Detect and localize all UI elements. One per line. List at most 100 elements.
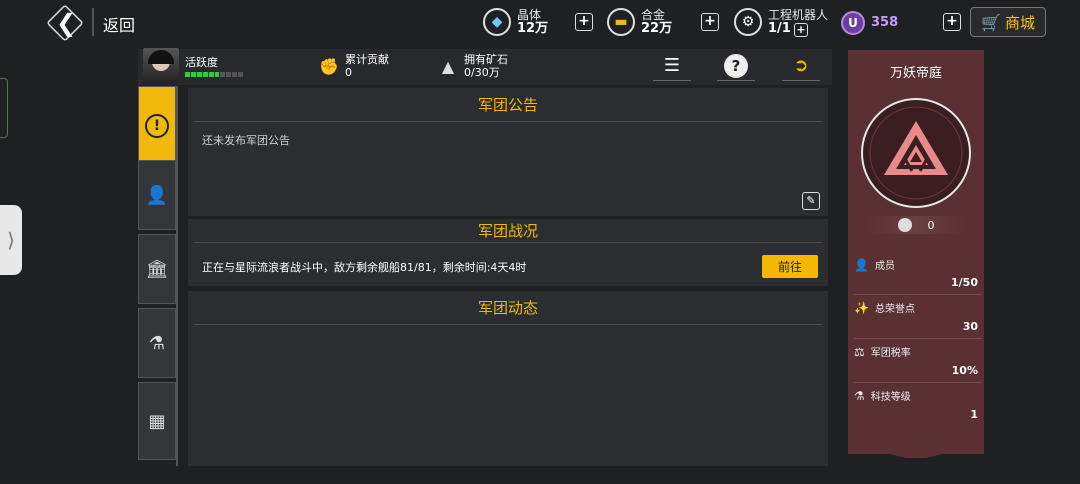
premium-currency-value: 358 — [871, 15, 899, 30]
tax-stat: ⚖ 军团税率 — [854, 344, 911, 360]
premium-currency-icon: U — [841, 11, 865, 35]
member-icon: 👤 — [145, 184, 169, 206]
ore-value: 0/30万 — [464, 66, 500, 79]
crystal-resource: ◆ 晶体 12万 — [483, 6, 548, 38]
add-robot-button[interactable]: + — [794, 23, 808, 37]
game-screen: ⟩ ❮ 返回 ◆ 晶体 12万 + ▬ 合金 22万 + ⚙ 工程机器人 1/1 + … — [0, 0, 1080, 484]
exit-guild-button[interactable]: ➲ — [782, 51, 820, 81]
tab-research[interactable]: ⚗ — [138, 308, 176, 378]
list-button[interactable]: ☰ — [653, 51, 691, 81]
tech-value: 1 — [970, 408, 978, 421]
microscope-icon: ⚗ — [148, 332, 166, 354]
robot-label: 工程机器人 — [768, 8, 829, 22]
add-alloy-button[interactable]: + — [701, 13, 719, 31]
robot-resource: ⚙ 工程机器人 1/1 — [734, 6, 828, 38]
crystal-value: 12万 — [517, 21, 549, 36]
activity-segment — [226, 72, 232, 77]
list-icon: ☰ — [663, 55, 681, 76]
guild-panel-tail — [848, 438, 984, 458]
activity-feed-title: 军团动态 — [194, 291, 822, 325]
divider — [92, 8, 94, 36]
ore-icon: ▲ — [441, 56, 455, 76]
battle-title: 军团战况 — [194, 219, 822, 243]
alloy-icon: ▬ — [607, 8, 635, 36]
tab-store[interactable]: ▦ — [138, 382, 176, 460]
wings-icon: ✨ — [854, 300, 869, 315]
back-label[interactable]: 返回 — [103, 12, 135, 36]
exit-icon: ➲ — [793, 55, 809, 76]
activity-segment — [190, 72, 196, 77]
battle-status-text: 正在与星际流浪者战斗中，敌方剩余舰船81/81，剩余时间:4天4时 — [202, 261, 527, 274]
tech-label: 科技等级 — [870, 392, 911, 403]
tab-notice[interactable]: ! — [138, 86, 176, 166]
shopping-cart-icon: 🛒 — [981, 12, 1001, 32]
side-drawer-handle[interactable]: ⟩ — [0, 205, 22, 275]
crystal-icon: ◆ — [483, 8, 511, 36]
alloy-label: 合金 — [641, 8, 666, 22]
microscope-icon: ⚗ — [854, 388, 865, 403]
contribution-stat: ✊ 累计贡献 0 — [319, 53, 389, 79]
triangle-emblem-icon — [869, 106, 963, 200]
go-button[interactable]: 前往 — [762, 255, 818, 278]
tab-divider — [176, 86, 178, 466]
members-value: 1/50 — [951, 276, 978, 289]
back-arrow-icon[interactable]: ❮ — [54, 8, 78, 38]
ore-label: 拥有矿石 — [464, 53, 508, 66]
tech-stat: ⚗ 科技等级 — [854, 388, 911, 404]
tax-value: 10% — [951, 364, 978, 377]
tab-members[interactable]: 👤 — [138, 160, 176, 230]
robot-icon: ⚙ — [734, 8, 762, 36]
notice-text: 还未发布军团公告 — [202, 134, 290, 147]
notice-panel: 军团公告 还未发布军团公告 ✎ — [188, 88, 828, 216]
activity-bar — [185, 72, 244, 77]
activity-segment — [202, 72, 208, 77]
activity-segment — [185, 72, 190, 77]
person-icon: 👤 — [854, 257, 869, 272]
help-button[interactable]: ? — [717, 51, 755, 81]
divider — [854, 382, 982, 383]
edge-indicator — [0, 78, 8, 138]
globe-icon — [897, 218, 912, 232]
alloy-value: 22万 — [641, 21, 673, 36]
tax-label: 军团税率 — [870, 348, 911, 359]
add-crystal-button[interactable]: + — [575, 13, 593, 31]
honor-value: 30 — [962, 320, 978, 333]
ore-stat: ▲ 拥有矿石 0/30万 — [438, 53, 508, 79]
store-icon: ▦ — [148, 410, 166, 432]
guild-score-row: 0 — [866, 216, 966, 234]
guild-name: 万妖帝庭 — [889, 66, 942, 81]
members-label: 成员 — [874, 261, 895, 272]
honor-label: 总荣誉点 — [874, 304, 915, 315]
add-premium-button[interactable]: + — [943, 13, 961, 31]
tax-icon: ⚖ — [854, 344, 865, 359]
tab-buildings[interactable]: 🏛 — [138, 234, 176, 304]
building-icon: 🏛 — [145, 258, 169, 280]
activity-segment — [208, 72, 214, 77]
alert-icon: ! — [145, 114, 169, 138]
notice-title: 军团公告 — [194, 88, 822, 122]
crystal-label: 晶体 — [517, 8, 542, 22]
divider — [854, 338, 982, 339]
battle-panel: 军团战况 正在与星际流浪者战斗中，敌方剩余舰船81/81，剩余时间:4天4时 前… — [188, 219, 828, 286]
activity-segment — [196, 72, 202, 77]
honor-stat: ✨ 总荣誉点 — [854, 300, 915, 316]
activity-segment — [220, 72, 226, 77]
shop-button[interactable]: 🛒 商城 — [970, 7, 1046, 37]
activity-label: 活跃度 — [185, 56, 218, 69]
shop-label: 商城 — [1004, 13, 1035, 32]
guild-info-panel: 万妖帝庭 0 👤 成员 1/50 ✨ 总荣誉点 30 ⚖ 军团税率 10% ⚗ 科技等级 — [848, 50, 984, 454]
activity-segment — [238, 72, 244, 77]
activity-segment — [232, 72, 238, 77]
activity-feed-panel: 军团动态 — [188, 291, 828, 466]
guild-score: 0 — [927, 218, 935, 232]
members-stat: 👤 成员 — [854, 257, 895, 273]
edit-icon[interactable]: ✎ — [802, 192, 820, 210]
help-icon: ? — [724, 53, 748, 78]
avatar[interactable] — [143, 48, 179, 84]
alloy-resource: ▬ 合金 22万 — [607, 6, 672, 38]
contribution-label: 累计贡献 — [345, 53, 389, 66]
fist-icon: ✊ — [319, 56, 339, 76]
divider — [854, 294, 982, 295]
guild-emblem[interactable] — [861, 98, 971, 208]
activity-segment — [214, 72, 220, 77]
